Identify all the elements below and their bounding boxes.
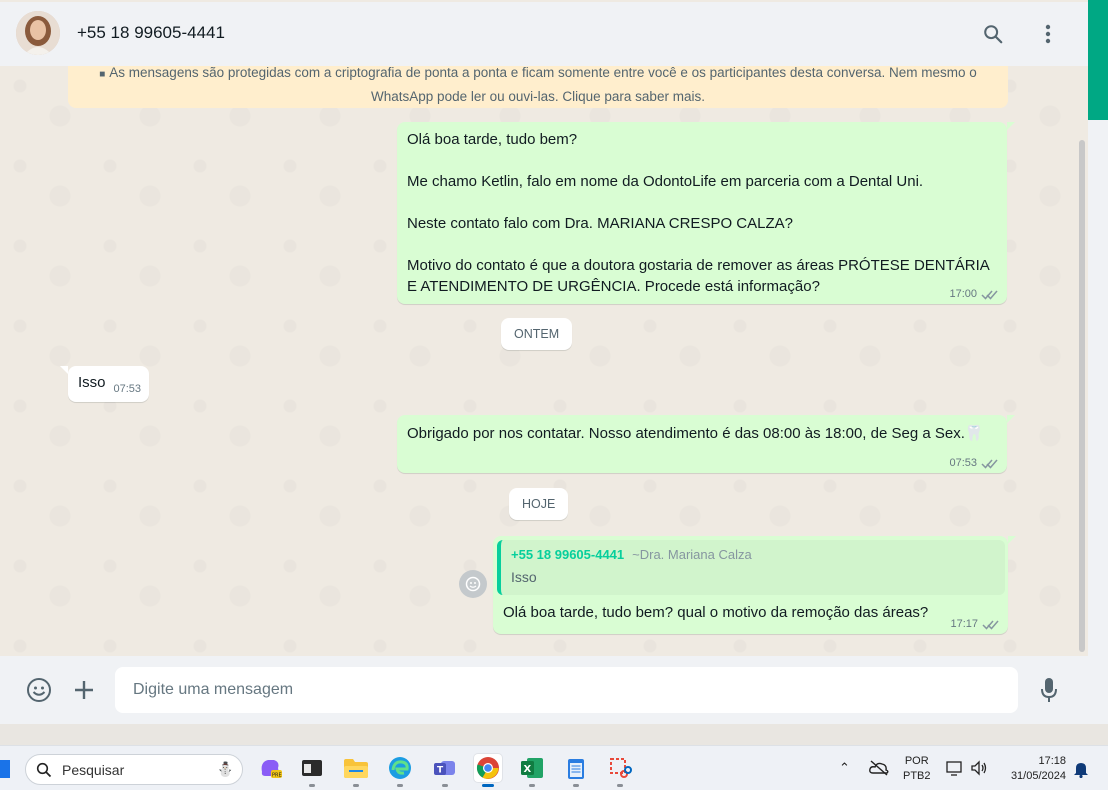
chevron-up-icon[interactable]: ⌃ — [839, 760, 850, 776]
terminal-app-icon[interactable] — [298, 754, 326, 787]
copilot-app-icon[interactable]: PRE — [256, 754, 284, 782]
input-language-top: POR — [904, 755, 929, 767]
onedrive-offline-icon[interactable] — [869, 760, 889, 781]
volume-icon[interactable] — [970, 760, 988, 781]
message-outgoing[interactable]: Olá boa tarde, tudo bem? Me chamo Ketlin… — [397, 122, 1015, 304]
chat-scrollbar[interactable] — [1079, 140, 1085, 652]
notepad-app-icon[interactable] — [562, 754, 590, 787]
date-divider: ONTEM — [501, 318, 573, 350]
message-text: Me chamo Ketlin, falo em nome da OdontoL… — [407, 173, 924, 190]
bubble-tail — [1008, 536, 1016, 544]
input-language[interactable]: POR PTB2 — [903, 754, 931, 784]
window-edge-accent — [1088, 0, 1108, 120]
search-icon[interactable] — [979, 20, 1007, 48]
message-text: Neste contato falo com Dra. MARIANA CRES… — [407, 215, 793, 232]
lock-icon: ■ — [99, 69, 106, 80]
message-time: 17:00 — [949, 288, 977, 300]
system-clock[interactable]: 17:18 31/05/2024 — [1002, 754, 1066, 784]
avatar-image — [16, 11, 60, 55]
notification-bell-icon[interactable] — [1073, 760, 1089, 783]
message-time: 07:53 — [113, 383, 141, 395]
search-icon — [36, 762, 52, 777]
bubble-tail — [1007, 415, 1015, 423]
message-input[interactable] — [115, 667, 1018, 713]
encryption-notice-line2: WhatsApp pode ler ou ouvi-las. Clique pa… — [371, 89, 705, 104]
whatsapp-app: +55 18 99605-4441 ■ As mensagens são prot… — [0, 0, 1088, 724]
taskbar-search-label: Pesquisar — [62, 761, 125, 778]
bubble-tail — [60, 366, 68, 374]
bubble-tail — [1007, 122, 1015, 130]
message-time: 07:53 — [949, 457, 977, 469]
message-text: Olá boa tarde, tudo bem? qual o motivo d… — [503, 604, 929, 621]
encryption-notice[interactable]: ■ As mensagens são protegidas com a cript… — [68, 66, 1008, 108]
message-outgoing[interactable]: Obrigado por nos contatar. Nosso atendim… — [397, 415, 1015, 473]
message-time: 17:17 — [950, 618, 978, 630]
svg-text:X: X — [524, 764, 532, 775]
double-check-icon — [981, 290, 998, 300]
clock-date: 31/05/2024 — [1010, 770, 1066, 782]
network-icon[interactable] — [946, 760, 964, 781]
message-text: Olá boa tarde, tudo bem? — [407, 131, 578, 148]
input-language-bottom: PTB2 — [903, 770, 931, 782]
chat-header[interactable]: +55 18 99605-4441 — [0, 2, 1088, 66]
message-incoming[interactable]: Isso 07:53 — [60, 366, 149, 402]
chat-messages-area[interactable]: ■ As mensagens são protegidas com a cript… — [0, 66, 1088, 656]
message-outgoing-reply[interactable]: +55 18 99605-4441 ~Dra. Mariana Calza Iss… — [493, 536, 1016, 634]
double-check-icon — [981, 459, 998, 469]
menu-dots-icon[interactable] — [1034, 20, 1062, 48]
react-emoji-icon[interactable] — [459, 570, 487, 598]
search-highlight-icon: ⛄ — [216, 761, 234, 777]
excel-app-icon[interactable]: X — [518, 754, 546, 787]
file-explorer-icon[interactable] — [342, 754, 370, 787]
start-button[interactable] — [0, 760, 10, 778]
message-text: Obrigado por nos contatar. Nosso atendim… — [407, 425, 965, 442]
message-text: Isso — [78, 374, 106, 391]
chrome-app-icon[interactable] — [474, 754, 502, 787]
teams-app-icon[interactable]: T — [431, 754, 459, 787]
taskbar-search[interactable]: Pesquisar ⛄ — [25, 754, 243, 785]
windows-taskbar: Pesquisar ⛄ PRE T X ⌃ POR PTB2 17:18 31/… — [0, 745, 1108, 790]
quoted-message[interactable]: +55 18 99605-4441 ~Dra. Mariana Calza Iss… — [497, 540, 1005, 595]
message-text: Motivo do contato é que a doutora gostar… — [407, 257, 989, 295]
double-check-icon — [982, 620, 999, 630]
microphone-icon[interactable] — [1034, 675, 1064, 705]
emoji-icon[interactable] — [24, 675, 54, 705]
date-divider: HOJE — [509, 488, 569, 520]
edge-browser-icon[interactable] — [386, 754, 414, 787]
contact-avatar[interactable] — [16, 11, 60, 55]
quote-author: +55 18 99605-4441 — [511, 547, 625, 562]
attach-plus-icon[interactable] — [69, 675, 99, 705]
quote-text: Isso — [511, 569, 537, 585]
snipping-tool-icon[interactable] — [606, 754, 634, 787]
svg-text:T: T — [437, 766, 444, 776]
quote-alias: ~Dra. Mariana Calza — [632, 547, 752, 562]
svg-text:PRE: PRE — [272, 773, 282, 779]
message-composer — [0, 656, 1088, 724]
clock-time: 17:18 — [1038, 755, 1066, 767]
encryption-notice-line1: As mensagens são protegidas com a cripto… — [109, 66, 977, 80]
window-edge — [1088, 120, 1108, 724]
tooth-emoji: 🦷 — [964, 425, 984, 442]
contact-name[interactable]: +55 18 99605-4441 — [77, 23, 225, 43]
